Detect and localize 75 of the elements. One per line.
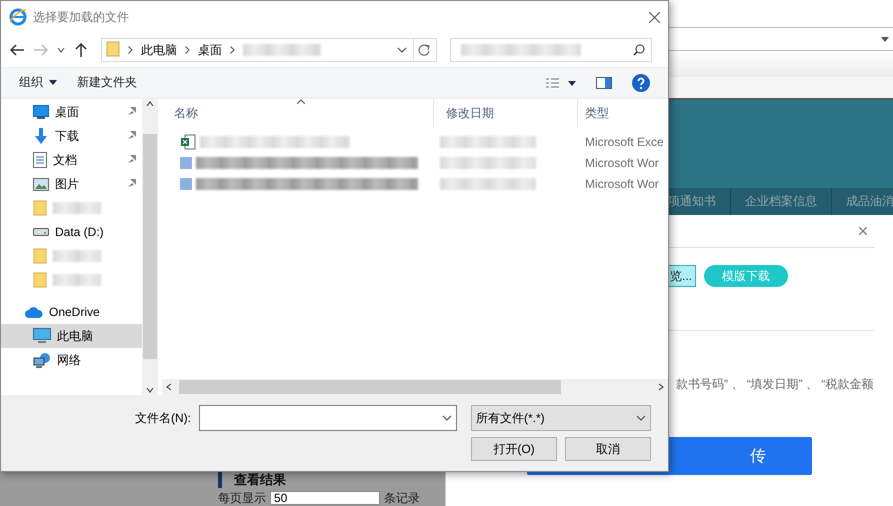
blurred-text [53, 202, 101, 214]
file-row[interactable]: Microsoft Exce [162, 131, 668, 152]
spreadsheet-file-icon [180, 134, 196, 150]
scroll-up-icon [146, 101, 154, 106]
help-icon[interactable] [632, 74, 650, 92]
file-name-field[interactable] [199, 405, 457, 431]
breadcrumb-item[interactable]: 此电脑 [137, 42, 181, 58]
chevron-down-icon [636, 415, 646, 421]
open-button[interactable]: 打开(O) [471, 437, 557, 461]
document-icon [33, 152, 47, 168]
blurred-text [53, 274, 101, 286]
file-row[interactable]: Microsoft Wor [162, 152, 668, 173]
column-header[interactable]: 名称 [162, 99, 434, 127]
picture-icon [33, 178, 49, 190]
cloud-icon [25, 306, 43, 318]
document-file-icon [180, 156, 192, 168]
file-name-label: 文件名(N): [135, 410, 191, 426]
file-type: Microsoft Exce [584, 134, 665, 148]
scroll-left-icon [166, 383, 171, 391]
folder-icon [33, 248, 47, 264]
close-icon[interactable] [649, 12, 660, 22]
page-size-select[interactable]: 50 [270, 491, 380, 505]
chevron-down-icon [881, 36, 889, 42]
network-icon [33, 352, 51, 368]
column-header[interactable]: 修改日期 [434, 99, 578, 127]
drive-icon [33, 228, 49, 236]
blurred-text [53, 250, 101, 262]
dialog-title: 选择要加载的文件 [33, 8, 130, 26]
scroll-right-icon [659, 383, 664, 391]
chevron-right-icon [185, 46, 190, 54]
search-field[interactable] [450, 38, 652, 62]
chevron-right-icon [230, 46, 235, 54]
new-folder-button[interactable]: 新建文件夹 [77, 74, 137, 91]
folder-icon [33, 200, 47, 216]
nav-pane-item[interactable]: 图片 [1, 172, 142, 196]
chevron-down-icon [397, 47, 407, 53]
monitor-icon [33, 105, 49, 119]
computer-icon [33, 328, 51, 344]
document-file-icon [180, 178, 192, 190]
nav-pane-item[interactable]: 网络 [1, 348, 142, 372]
search-icon [633, 44, 645, 56]
preview-pane-icon[interactable] [596, 76, 612, 88]
down-arrow-icon [33, 128, 49, 144]
cancel-button[interactable]: 取消 [565, 437, 651, 461]
chevron-right-icon [128, 46, 133, 54]
close-icon[interactable] [859, 227, 867, 235]
vertical-scrollbar[interactable] [142, 99, 158, 395]
nav-pane-item[interactable]: 下载 [1, 124, 142, 148]
file-type-filter[interactable]: 所有文件(*.*) [471, 405, 651, 431]
caret-icon [57, 48, 65, 52]
nav-pane-item[interactable]: OneDrive [1, 300, 142, 324]
instruction-text: 款书号码” 、 “填发日期” 、 “税款金额 [676, 376, 874, 393]
browser-logo-icon [9, 8, 27, 26]
file-type: Microsoft Wor [584, 176, 660, 190]
caret-icon [49, 80, 57, 85]
chevron-down-icon [442, 415, 452, 421]
folder-icon [33, 272, 47, 288]
nav-pane-item[interactable]: 此电脑 [1, 324, 142, 348]
page-size-label: 每页显示 [218, 491, 266, 505]
address-bar[interactable]: 此电脑 桌面 [101, 38, 437, 62]
file-type: Microsoft Wor [584, 156, 660, 170]
organize-button[interactable]: 组织 [19, 74, 57, 91]
nav-pane-item[interactable]: 桌面 [1, 100, 142, 124]
sort-caret-icon [297, 99, 305, 104]
scroll-down-icon [146, 388, 154, 393]
column-header[interactable]: 类型 [578, 99, 668, 127]
nav-pane-item[interactable]: Data (D:) [1, 220, 142, 244]
view-list-icon[interactable] [546, 78, 576, 88]
folder-icon [106, 40, 120, 56]
file-row[interactable]: Microsoft Wor [162, 173, 668, 194]
page-size-suffix: 条记录 [384, 491, 420, 505]
horizontal-scrollbar[interactable] [162, 379, 668, 395]
breadcrumb-item[interactable]: 桌面 [194, 42, 226, 58]
refresh-icon[interactable] [418, 44, 430, 56]
nav-pane-item[interactable]: 文档 [1, 148, 142, 172]
